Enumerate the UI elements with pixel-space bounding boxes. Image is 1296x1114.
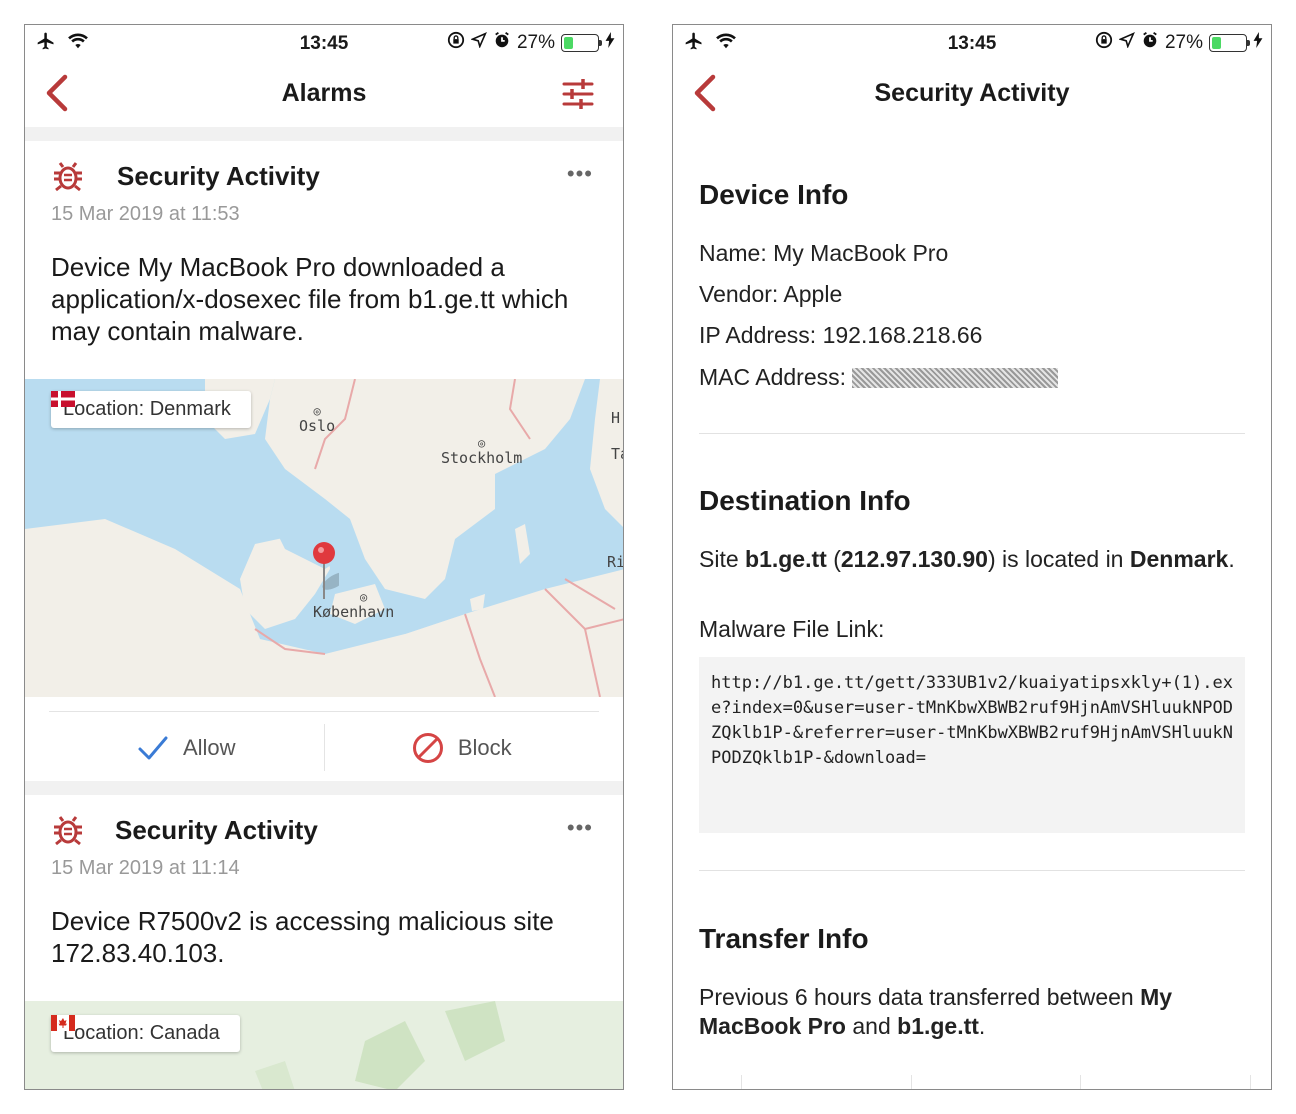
action-bar: Allow Block (49, 711, 599, 783)
map-label-edge: Ri (607, 553, 623, 571)
page-title: Security Activity (874, 79, 1070, 107)
more-options-button[interactable]: ••• (567, 815, 593, 841)
alarm-clock-icon (493, 31, 511, 55)
destination-country: Denmark (1129, 546, 1229, 572)
transfer-info-heading: Transfer Info (699, 923, 869, 954)
location-label: Location: Canada (63, 1022, 220, 1044)
nav-bar: Security Activity (673, 61, 1271, 127)
sliders-icon (562, 79, 594, 109)
allow-label: Allow (182, 734, 236, 760)
device-ip: IP Address: 192.168.218.66 (699, 322, 983, 348)
destination-site: b1.ge.tt (745, 546, 827, 572)
allow-button[interactable]: Allow (49, 712, 324, 783)
location-arrow-icon (1118, 32, 1135, 54)
card-date: 15 Mar 2019 at 11:53 (51, 203, 240, 225)
alarms-screen: 13:45 27% Alarms Security Activity ••• 1… (24, 24, 624, 1090)
card-date: 15 Mar 2019 at 11:14 (51, 857, 240, 879)
alarm-card[interactable]: Security Activity ••• 15 Mar 2019 at 11:… (25, 141, 623, 781)
transfer-text: Previous 6 hours data transferred betwee… (699, 984, 1173, 1039)
status-bar: 13:45 27% (25, 25, 623, 61)
device-mac: MAC Address: (699, 363, 1245, 392)
card-message: Device R7500v2 is accessing malicious si… (51, 906, 554, 968)
bug-icon (51, 813, 85, 847)
filter-button[interactable] (561, 77, 595, 111)
map-label-edge: H (611, 409, 621, 427)
map-label-edge: Ta (611, 445, 623, 463)
bug-icon (51, 159, 85, 193)
card-message: Device My MacBook Pro downloaded a appli… (51, 252, 569, 346)
device-name: Name: My MacBook Pro (699, 240, 949, 266)
status-bar: 13:45 27% (673, 25, 1271, 61)
divider (699, 433, 1245, 434)
mac-redacted (852, 368, 1059, 388)
block-icon (412, 732, 443, 763)
destination-text: Site b1.ge.tt (212.97.130.90) is located… (699, 546, 1235, 572)
mac-label: MAC Address: (699, 364, 846, 390)
check-icon (138, 736, 168, 759)
location-arrow-icon (470, 32, 487, 54)
alarm-card[interactable]: Security Activity ••• 15 Mar 2019 at 11:… (25, 795, 623, 1089)
destination-ip: 212.97.130.90 (840, 546, 988, 572)
malware-link-label: Malware File Link: (699, 616, 885, 642)
more-options-button[interactable]: ••• (567, 161, 593, 187)
card-title: Security Activity (117, 161, 320, 191)
malware-link-code[interactable]: http://b1.ge.tt/gett/333UB1v2/kuaiyatips… (699, 657, 1245, 833)
separator (25, 127, 623, 141)
chart-stub (741, 1075, 1251, 1089)
battery-icon (1209, 34, 1250, 52)
map-view[interactable]: Location: Denmark ◎ Oslo ◎ Stockholm ◎ Købe… (25, 379, 623, 697)
map-city-stockholm: ◎ Stockholm (441, 436, 523, 467)
location-badge: Location: Denmark (51, 391, 251, 428)
security-activity-screen: 13:45 27% Security Activity Device Info … (672, 24, 1272, 1090)
card-title: Security Activity (115, 815, 318, 845)
battery-percent: 27% (1164, 32, 1203, 53)
alarm-clock-icon (1141, 31, 1159, 55)
location-badge: Location: Canada (51, 1015, 240, 1052)
rotation-lock-icon (1095, 31, 1113, 55)
divider (699, 870, 1245, 871)
map-city-oslo: ◎ Oslo (299, 404, 336, 435)
location-label: Location: Denmark (63, 398, 231, 420)
block-label: Block (457, 734, 512, 760)
nav-bar: Alarms (25, 61, 623, 127)
transfer-site: b1.ge.tt (897, 1013, 979, 1039)
charging-bolt-icon (605, 32, 615, 54)
rotation-lock-icon (447, 31, 465, 55)
battery-icon (561, 34, 602, 52)
battery-percent: 27% (516, 32, 555, 53)
page-title: Alarms (281, 79, 367, 107)
destination-info-heading: Destination Info (699, 485, 911, 516)
device-vendor: Vendor: Apple (699, 281, 843, 307)
block-button[interactable]: Block (323, 724, 600, 771)
separator (25, 781, 623, 795)
charging-bolt-icon (1253, 32, 1263, 54)
device-info-heading: Device Info (699, 179, 849, 210)
map-view[interactable]: Location: Canada (25, 1001, 623, 1089)
